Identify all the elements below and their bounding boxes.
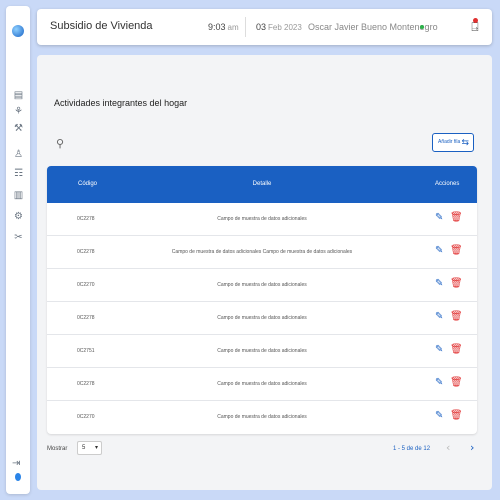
page-size-value: 5 xyxy=(82,445,86,451)
table-row: 0C2278 Campo de muestra de datos adicion… xyxy=(47,203,477,236)
time-period: am xyxy=(227,23,239,32)
row-detail: Campo de muestra de datos adicionales xyxy=(217,282,307,288)
search-icon[interactable]: ⚲ xyxy=(56,138,68,150)
online-status-dot xyxy=(420,25,424,29)
sidebar: ▤ ⚘ ⚒ ♙ ☶ ▥ ⚙ ✂ ⇥ xyxy=(6,6,30,494)
grid-icon[interactable]: ▥ xyxy=(13,190,24,201)
page-size-label: Mostrar xyxy=(47,446,68,452)
page-size-select[interactable]: 5 ▾ xyxy=(77,441,102,455)
table-row: 0C2270 Campo de muestra de datos adicion… xyxy=(47,401,477,434)
next-page-icon[interactable]: › xyxy=(470,441,474,454)
main-content: Actividades integrantes del hogar ⚲ Añad… xyxy=(37,55,492,490)
family-icon[interactable]: ⚘ xyxy=(13,106,24,117)
top-bar: Subsidio de Vivienda 9:03 am 03 Feb 2023 O… xyxy=(37,9,492,45)
cut-icon[interactable]: ✂ xyxy=(13,232,24,243)
activities-table: Código Detalle Acciones 0C2278 Campo de … xyxy=(47,166,477,434)
table-row: 0C2270 Campo de muestra de datos adicion… xyxy=(47,269,477,302)
divider xyxy=(245,17,246,37)
time-value: 9:03 xyxy=(208,22,226,32)
add-row-label: Añadir fila xyxy=(438,139,461,145)
date-day: 03 xyxy=(256,22,267,32)
edit-icon[interactable]: ✎ xyxy=(435,212,445,224)
user-name[interactable]: Oscar Javier Bueno Montenegro xyxy=(308,22,438,32)
row-detail: Campo de muestra de datos adicionales xyxy=(217,381,307,387)
table-header: Código Detalle Acciones xyxy=(47,166,477,203)
edit-icon[interactable]: ✎ xyxy=(435,377,445,389)
edit-icon[interactable]: ✎ xyxy=(435,311,445,323)
row-detail: Campo de muestra de datos adicionales Ca… xyxy=(171,249,353,255)
section-title: Actividades integrantes del hogar xyxy=(54,98,188,108)
chevron-down-icon: ▾ xyxy=(94,445,98,451)
table-row: 0C2278 Campo de muestra de datos adicion… xyxy=(47,302,477,335)
edit-icon[interactable]: ✎ xyxy=(435,410,445,422)
row-detail: Campo de muestra de datos adicionales xyxy=(217,414,307,420)
pagination-range: 1 - 5 de de 12 xyxy=(393,446,431,452)
person-icon[interactable]: ♙ xyxy=(13,149,24,160)
table-row: 0C2751 Campo de muestra de datos adicion… xyxy=(47,335,477,368)
row-detail: Campo de muestra de datos adicionales xyxy=(217,348,307,354)
row-detail: Campo de muestra de datos adicionales xyxy=(217,315,307,321)
settings-icon[interactable]: ⚙ xyxy=(13,211,24,222)
app-logo xyxy=(12,25,24,37)
edit-icon[interactable]: ✎ xyxy=(435,344,445,356)
edit-icon[interactable]: ✎ xyxy=(435,245,445,257)
exit-icon[interactable]: ⇥ xyxy=(12,458,23,469)
delete-icon[interactable]: 🗑 xyxy=(450,311,463,323)
delete-icon[interactable]: 🗑 xyxy=(450,278,463,290)
documents-icon[interactable]: ☶ xyxy=(13,168,24,179)
current-time: 9:03 am xyxy=(208,22,239,32)
add-row-icon: ⇆ xyxy=(461,138,469,148)
help-indicator[interactable] xyxy=(15,473,21,481)
dashboard-icon[interactable]: ▤ xyxy=(13,90,24,101)
table-row: 0C2278 Campo de muestra de datos adicion… xyxy=(47,368,477,401)
delete-icon[interactable]: 🗑 xyxy=(450,245,463,257)
delete-icon[interactable]: 🗑 xyxy=(450,377,463,389)
app-title: Subsidio de Vivienda xyxy=(50,20,153,32)
logout-icon[interactable]: ⍈ xyxy=(468,18,482,36)
table-row: 0C2278 Campo de muestra de datos adicion… xyxy=(47,236,477,269)
row-detail: Campo de muestra de datos adicionales xyxy=(217,216,307,222)
column-header-detail: Detalle xyxy=(252,181,272,187)
delete-icon[interactable]: 🗑 xyxy=(450,212,463,224)
notification-dot xyxy=(473,18,478,23)
add-row-button[interactable]: Añadir fila ⇆ xyxy=(432,133,474,152)
current-date: 03 Feb 2023 xyxy=(256,22,302,32)
column-header-actions: Acciones xyxy=(435,181,460,187)
previous-page-icon[interactable]: ‹ xyxy=(446,441,450,454)
date-month-year: Feb 2023 xyxy=(268,23,302,32)
delete-icon[interactable]: 🗑 xyxy=(450,344,463,356)
tools-icon[interactable]: ⚒ xyxy=(13,123,24,134)
delete-icon[interactable]: 🗑 xyxy=(450,410,463,422)
edit-icon[interactable]: ✎ xyxy=(435,278,445,290)
